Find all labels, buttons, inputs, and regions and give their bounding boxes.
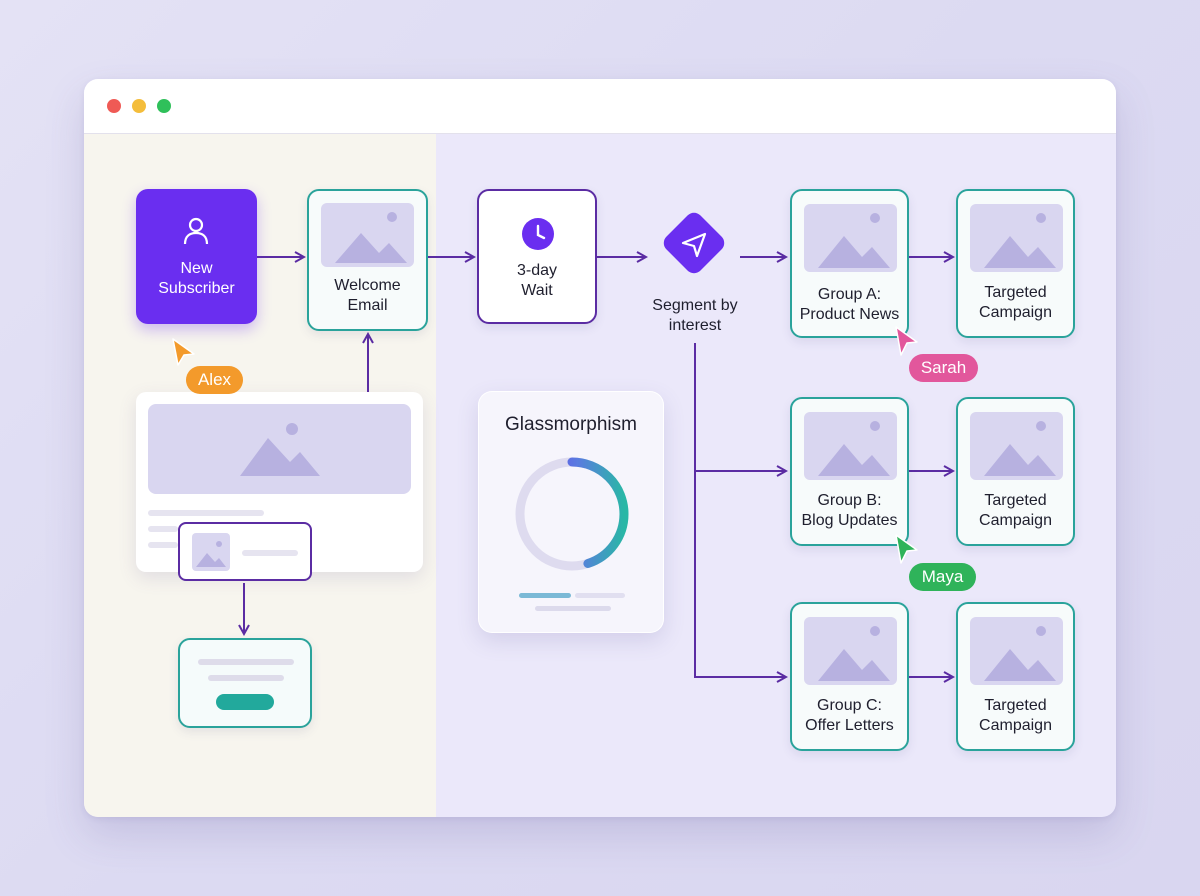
group-a-label-1: Group A: bbox=[817, 286, 882, 303]
cursor-maya-icon bbox=[895, 534, 918, 564]
user-icon bbox=[183, 217, 209, 245]
segment-node[interactable] bbox=[656, 212, 732, 288]
campaign-b-label-2: Campaign bbox=[979, 512, 1052, 529]
text-line-placeholder bbox=[198, 659, 294, 665]
welcome-email-label-2: Email bbox=[347, 297, 388, 314]
text-line-placeholder bbox=[208, 675, 284, 681]
glassmorphism-card: Glassmorphism bbox=[478, 391, 664, 633]
image-placeholder-icon bbox=[804, 204, 897, 272]
image-placeholder-icon bbox=[321, 203, 414, 267]
image-placeholder-icon bbox=[148, 404, 411, 494]
segment-label-2: interest bbox=[668, 317, 722, 334]
welcome-email-node[interactable]: Welcome Email bbox=[307, 189, 428, 331]
group-a-label-2: Product News bbox=[799, 306, 900, 323]
text-line-placeholder bbox=[148, 526, 178, 532]
collaborator-tag-sarah: Sarah bbox=[909, 354, 978, 382]
form-block-node[interactable] bbox=[178, 638, 312, 728]
image-placeholder-icon bbox=[970, 204, 1063, 272]
collaborator-tag-alex: Alex bbox=[186, 366, 243, 394]
group-b-label-1: Group B: bbox=[817, 492, 882, 509]
clock-icon bbox=[522, 218, 554, 250]
campaign-c-label-2: Campaign bbox=[979, 717, 1052, 734]
progress-bar-track bbox=[575, 593, 625, 598]
cursor-sarah-icon bbox=[895, 326, 918, 356]
cursor-alex-icon bbox=[172, 338, 195, 366]
image-placeholder-icon bbox=[970, 617, 1063, 685]
text-line-placeholder bbox=[148, 542, 178, 548]
collaborator-tag-maya: Maya bbox=[909, 563, 976, 591]
campaign-a-node[interactable]: Targeted Campaign bbox=[956, 189, 1075, 338]
glass-card-title: Glassmorphism bbox=[505, 414, 637, 435]
image-placeholder-icon bbox=[804, 617, 897, 685]
image-placeholder-icon bbox=[804, 412, 897, 480]
text-line-placeholder bbox=[535, 606, 611, 611]
campaign-b-label-1: Targeted bbox=[984, 492, 1047, 509]
group-b-label-2: Blog Updates bbox=[801, 512, 898, 529]
progress-bar-fill bbox=[519, 593, 571, 598]
text-line-placeholder bbox=[148, 510, 264, 516]
navigation-arrow-icon bbox=[663, 212, 725, 274]
wait-node-label-1: 3-day bbox=[516, 262, 558, 279]
progress-ring bbox=[515, 457, 629, 571]
text-line-placeholder bbox=[242, 550, 298, 556]
group-c-node[interactable]: Group C: Offer Letters bbox=[790, 602, 909, 751]
image-placeholder-icon bbox=[970, 412, 1063, 480]
campaign-b-node[interactable]: Targeted Campaign bbox=[956, 397, 1075, 546]
segment-label-1: Segment by bbox=[652, 297, 738, 314]
campaign-c-label-1: Targeted bbox=[984, 697, 1047, 714]
start-node-label-1: New bbox=[180, 260, 213, 277]
campaign-a-label-2: Campaign bbox=[979, 304, 1052, 321]
start-node-label-2: Subscriber bbox=[158, 280, 235, 297]
connector-segment-to-group-b bbox=[694, 343, 786, 471]
wait-node-label-2: Wait bbox=[521, 282, 553, 299]
selected-content-block[interactable] bbox=[178, 522, 312, 581]
welcome-email-label-1: Welcome bbox=[334, 277, 401, 294]
group-b-node[interactable]: Group B: Blog Updates bbox=[790, 397, 909, 546]
start-node-new-subscriber[interactable]: New Subscriber bbox=[136, 189, 257, 324]
group-a-node[interactable]: Group A: Product News bbox=[790, 189, 909, 338]
image-placeholder-icon bbox=[192, 533, 230, 571]
cta-button-placeholder[interactable] bbox=[216, 694, 274, 710]
wait-node[interactable]: 3-day Wait bbox=[477, 189, 597, 324]
group-c-label-2: Offer Letters bbox=[805, 717, 894, 734]
campaign-a-label-1: Targeted bbox=[984, 284, 1047, 301]
group-c-label-1: Group C: bbox=[817, 697, 882, 714]
campaign-c-node[interactable]: Targeted Campaign bbox=[956, 602, 1075, 751]
connector-segment-to-group-c bbox=[694, 471, 786, 677]
